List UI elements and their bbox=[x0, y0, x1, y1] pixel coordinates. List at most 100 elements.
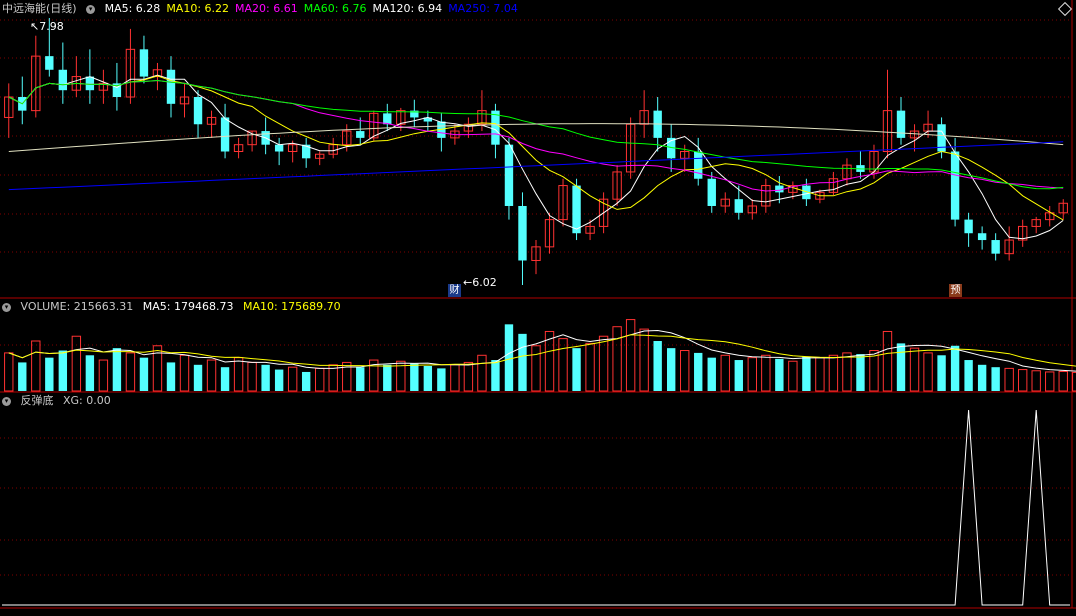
volume-bar bbox=[112, 348, 122, 391]
volume-bar bbox=[1072, 371, 1076, 392]
volume-bar bbox=[882, 330, 893, 392]
volume-bar bbox=[680, 350, 690, 392]
volume-bar bbox=[477, 354, 487, 392]
volume-ma10-line bbox=[8, 334, 1076, 367]
volume-bar bbox=[274, 369, 284, 391]
candle bbox=[572, 185, 581, 234]
volume-bar bbox=[504, 324, 514, 391]
candle bbox=[694, 151, 703, 179]
volume-bar bbox=[937, 355, 946, 391]
volume-bar bbox=[802, 356, 811, 391]
stock-title: 中远海能(日线) bbox=[2, 2, 77, 15]
settings-icon[interactable]: ▾ bbox=[86, 4, 96, 14]
volume-bar bbox=[179, 354, 190, 392]
volume-bar bbox=[842, 352, 852, 392]
ma-legend-item: MA250: 7.04 bbox=[448, 2, 518, 15]
candle bbox=[85, 76, 95, 91]
volume-bar bbox=[85, 355, 95, 391]
volume-bar bbox=[31, 340, 41, 392]
volume-bar bbox=[166, 362, 176, 391]
volume-bar bbox=[437, 368, 446, 391]
ma-legend-item: MA120: 6.94 bbox=[372, 2, 443, 15]
volume-bar bbox=[585, 342, 595, 392]
volume-bar bbox=[625, 319, 636, 392]
volume-bar bbox=[139, 357, 149, 391]
volume-bar bbox=[775, 358, 784, 391]
volume-bar bbox=[612, 326, 622, 392]
candle bbox=[166, 69, 176, 104]
low-price-value: 6.02 bbox=[472, 276, 497, 289]
volume-bar bbox=[45, 357, 54, 391]
candle bbox=[383, 113, 392, 125]
volume-bar bbox=[206, 359, 217, 392]
volume-bar bbox=[909, 347, 920, 392]
volume-bar bbox=[518, 333, 527, 391]
volume-bar bbox=[694, 352, 703, 391]
volume-bar bbox=[572, 348, 581, 391]
volume-bar bbox=[815, 357, 825, 392]
volume-bar bbox=[125, 352, 136, 392]
volume-bar bbox=[558, 338, 568, 392]
volume-bar bbox=[58, 350, 68, 391]
volume-bar bbox=[720, 354, 730, 392]
candle bbox=[220, 117, 230, 152]
high-arrow-icon: ↖ bbox=[30, 20, 40, 33]
volume-bar bbox=[383, 364, 392, 391]
volume-bar bbox=[531, 345, 541, 392]
volume-bar bbox=[1058, 370, 1068, 392]
volume-bar bbox=[991, 367, 1000, 391]
marker-cai[interactable]: 财 bbox=[448, 284, 461, 297]
candle bbox=[734, 199, 743, 213]
volume-bar bbox=[18, 362, 27, 391]
volume-bar bbox=[4, 352, 14, 392]
volume-bar bbox=[761, 354, 771, 392]
volume-bar bbox=[1045, 371, 1055, 392]
ma-legend-item: MA20: 6.61 bbox=[235, 2, 298, 15]
low-arrow-icon: ← bbox=[463, 276, 473, 289]
volume-bar bbox=[964, 360, 973, 391]
high-price-label: ↖7.98 bbox=[30, 20, 64, 33]
volume-bar bbox=[247, 361, 257, 392]
low-price-label: ←6.02 bbox=[463, 276, 497, 289]
volume-bar bbox=[98, 359, 109, 392]
volume-bar bbox=[463, 361, 474, 392]
candle bbox=[504, 144, 514, 206]
volume-bar bbox=[639, 328, 649, 392]
candle bbox=[896, 110, 906, 138]
indicator-settings-icon[interactable]: ▾ bbox=[2, 396, 11, 406]
candle bbox=[58, 69, 68, 91]
xg-signal-line bbox=[2, 409, 1070, 606]
ma-legend-item: MA10: 6.22 bbox=[166, 2, 230, 15]
candle bbox=[274, 144, 284, 152]
volume-bar bbox=[923, 352, 933, 392]
volume-bar bbox=[977, 364, 987, 391]
volume-bar bbox=[410, 363, 419, 391]
candle bbox=[45, 56, 54, 70]
volume-bar bbox=[747, 357, 757, 392]
candle bbox=[707, 178, 716, 206]
price-legend: 中远海能(日线) ▾ MA5: 6.28 MA10: 6.22 MA20: 6.61… bbox=[2, 1, 530, 17]
candle bbox=[518, 205, 527, 261]
marker-yu[interactable]: 预 bbox=[949, 284, 962, 297]
volume-bar bbox=[828, 354, 839, 392]
indicator-xg: XG: 0.00 bbox=[63, 394, 111, 407]
volume-bar bbox=[896, 343, 906, 391]
ma-legend-item: MA5: 6.28 bbox=[104, 2, 161, 15]
volume-settings-icon[interactable]: ▾ bbox=[2, 302, 11, 312]
volume-ma5: MA5: 179468.73 bbox=[142, 300, 234, 313]
ma-legend: MA5: 6.28 MA10: 6.22 MA20: 6.61 MA60: 6.76 M… bbox=[105, 2, 524, 15]
volume-bar bbox=[423, 366, 433, 391]
volume-bar bbox=[734, 360, 743, 391]
volume-bar bbox=[856, 354, 865, 391]
volume-bar bbox=[788, 360, 798, 392]
volume-bar bbox=[261, 364, 270, 391]
volume-ma10: MA10: 175689.70 bbox=[242, 300, 341, 313]
candle bbox=[491, 110, 500, 145]
volume-bar bbox=[491, 360, 500, 391]
indicator-title: 反弹底 bbox=[20, 394, 54, 407]
volume-bar bbox=[666, 348, 676, 391]
candle bbox=[775, 185, 784, 193]
candle bbox=[356, 131, 365, 138]
volume-bar bbox=[301, 371, 311, 391]
volume-bar bbox=[1004, 367, 1014, 392]
